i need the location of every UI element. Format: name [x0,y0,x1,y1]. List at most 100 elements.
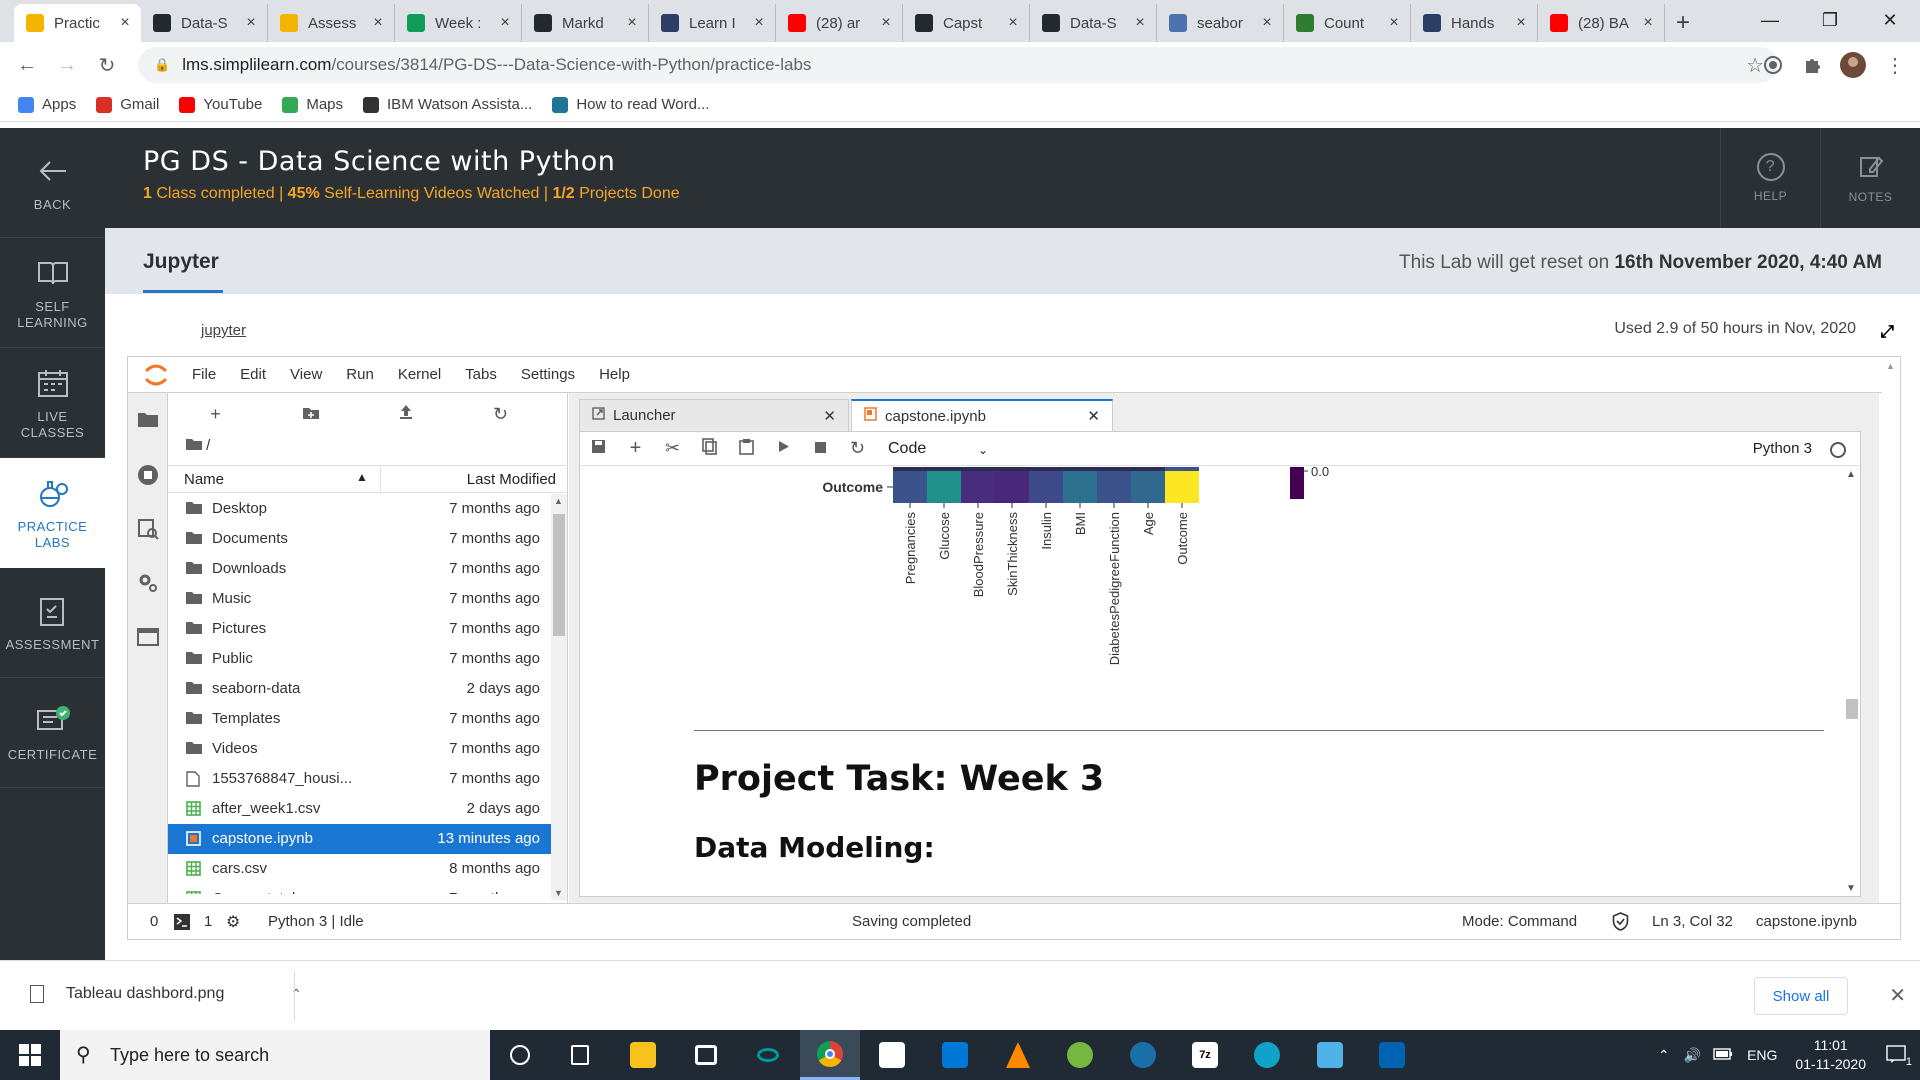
browser-menu-icon[interactable]: ⋮ [1880,50,1910,80]
chevron-up-icon[interactable]: ⌃ [1658,1047,1670,1064]
tab-close-icon[interactable]: × [497,14,513,32]
minimize-button[interactable]: — [1740,0,1800,40]
file-row[interactable]: Pictures 7 months ago [168,614,552,644]
tab-close-icon[interactable]: × [751,14,767,32]
snip-icon[interactable] [1300,1030,1360,1080]
reload-icon[interactable]: ↻ [92,50,122,80]
browser-tab[interactable]: Markd × [522,4,649,42]
battery-icon[interactable] [1713,1047,1733,1063]
tab-close-icon[interactable]: × [370,14,386,32]
browser-tab[interactable]: Week : × [395,4,522,42]
file-row[interactable]: Comcast_telecom_c... 7 months ago [168,884,552,894]
bookmark-item[interactable]: Gmail [96,96,159,113]
kernel-state[interactable]: Python 3 | Idle [268,913,364,930]
browser-tab[interactable]: Learn I × [649,4,776,42]
chevron-up-icon[interactable]: ⌃ [290,986,302,1003]
extension-circle-icon[interactable] [1758,50,1788,80]
file-row[interactable]: Documents 7 months ago [168,524,552,554]
browser-tab[interactable]: seabor × [1157,4,1284,42]
notebook-scroll-thumb[interactable] [1846,699,1858,719]
scroll-up-icon[interactable]: ▲ [554,496,563,506]
menu-help[interactable]: Help [587,366,642,383]
file-row[interactable]: Videos 7 months ago [168,734,552,764]
chrome-icon[interactable] [800,1030,860,1080]
scroll-up-icon[interactable]: ▲ [1886,361,1895,371]
file-explorer-icon[interactable] [613,1030,673,1080]
browser-tab[interactable]: (28) BA × [1538,4,1665,42]
edge-icon[interactable] [1237,1030,1297,1080]
refresh-icon[interactable]: ↻ [453,404,548,425]
browser-tab[interactable]: Hands × [1411,4,1538,42]
avatar[interactable] [1838,50,1868,80]
back-arrow-icon[interactable]: ← [12,50,42,80]
mail-icon[interactable] [925,1030,985,1080]
tab-jupyter[interactable]: Jupyter [143,250,219,274]
tab-close-icon[interactable]: × [1005,14,1021,32]
cursor-position[interactable]: Ln 3, Col 32 [1652,913,1733,930]
url-input[interactable]: 🔒 lms.simplilearn.com/courses/3814/PG-DS… [138,47,1778,83]
menu-settings[interactable]: Settings [509,366,587,383]
insert-cell-icon[interactable]: + [617,437,654,460]
sidebar-item-certificate[interactable]: CERTIFICATE [0,678,105,788]
notes-button[interactable]: NOTES [1820,128,1920,228]
tabs-icon[interactable] [128,619,168,655]
sidebar-item-self-learning[interactable]: SELF LEARNING [0,238,105,348]
sort-asc-icon[interactable]: ▲ [356,470,368,484]
vlc-icon[interactable] [988,1030,1048,1080]
run-cell-icon[interactable] [765,440,802,457]
browser-tab[interactable]: (28) ar × [776,4,903,42]
tab-close-icon[interactable]: ✕ [823,407,836,425]
notification-icon[interactable]: 1 [1886,1044,1912,1068]
interrupt-kernel-icon[interactable] [802,440,839,457]
new-launcher-icon[interactable]: + [168,404,263,425]
download-file-name[interactable]: Tableau dashbord.png [66,985,224,1003]
cortana-icon[interactable] [490,1030,550,1080]
close-window-button[interactable]: ✕ [1860,0,1920,40]
scroll-up-icon[interactable]: ▲ [1846,469,1856,480]
windows-start-icon[interactable] [0,1030,60,1080]
notebook-scrollbar[interactable]: ▲ ▼ [1842,467,1860,896]
restart-kernel-icon[interactable]: ↻ [839,438,876,459]
browser-tab[interactable]: Capst × [903,4,1030,42]
bookmark-item[interactable]: How to read Word... [552,96,709,113]
tab-close-icon[interactable]: × [624,14,640,32]
browser-tab[interactable]: Count × [1284,4,1411,42]
command-palette-icon[interactable] [128,511,168,547]
file-row[interactable]: Downloads 7 months ago [168,554,552,584]
tab-close-icon[interactable]: × [1132,14,1148,32]
terminal-icon[interactable] [174,914,190,934]
tab-close-icon[interactable]: × [1386,14,1402,32]
file-list-scroll-thumb[interactable] [553,514,565,636]
menu-run[interactable]: Run [334,366,386,383]
tab-close-icon[interactable]: × [1640,14,1656,32]
column-name-header[interactable]: Name [184,471,224,488]
breadcrumb[interactable]: / [186,437,210,454]
fullscreen-expand-icon[interactable]: ⤢ [1880,322,1894,342]
7zip-icon[interactable]: 7z [1175,1030,1235,1080]
utorrent-icon[interactable] [1050,1030,1110,1080]
new-folder-icon[interactable] [263,404,358,425]
file-row[interactable]: 1553768847_housi... 7 months ago [168,764,552,794]
running-kernels-icon[interactable] [128,457,168,493]
show-all-button[interactable]: Show all [1754,977,1848,1015]
doc-tab[interactable]: capstone.ipynb ✕ [851,399,1113,431]
browser-tab[interactable]: Practic × [14,4,141,42]
bookmark-item[interactable]: YouTube [179,96,262,113]
tab-close-icon[interactable]: × [243,14,259,32]
file-row[interactable]: cars.csv 8 months ago [168,854,552,884]
close-icon[interactable]: ✕ [1889,983,1906,1008]
menu-edit[interactable]: Edit [228,366,278,383]
bookmark-item[interactable]: Maps [282,96,343,113]
steam-icon[interactable] [1113,1030,1173,1080]
doc-tab[interactable]: Launcher ✕ [579,399,849,431]
maximize-button[interactable]: ❐ [1800,0,1860,40]
cell-type-select[interactable]: Code ⌄ [888,440,988,458]
store-icon[interactable] [862,1030,922,1080]
arduino-icon[interactable] [738,1030,798,1080]
browser-tab[interactable]: Assess × [268,4,395,42]
file-row[interactable]: after_week1.csv 2 days ago [168,794,552,824]
bookmark-item[interactable]: Apps [18,96,76,113]
save-icon[interactable] [580,439,617,458]
scroll-down-icon[interactable]: ▼ [554,888,563,898]
new-tab-button[interactable]: + [1665,4,1701,42]
